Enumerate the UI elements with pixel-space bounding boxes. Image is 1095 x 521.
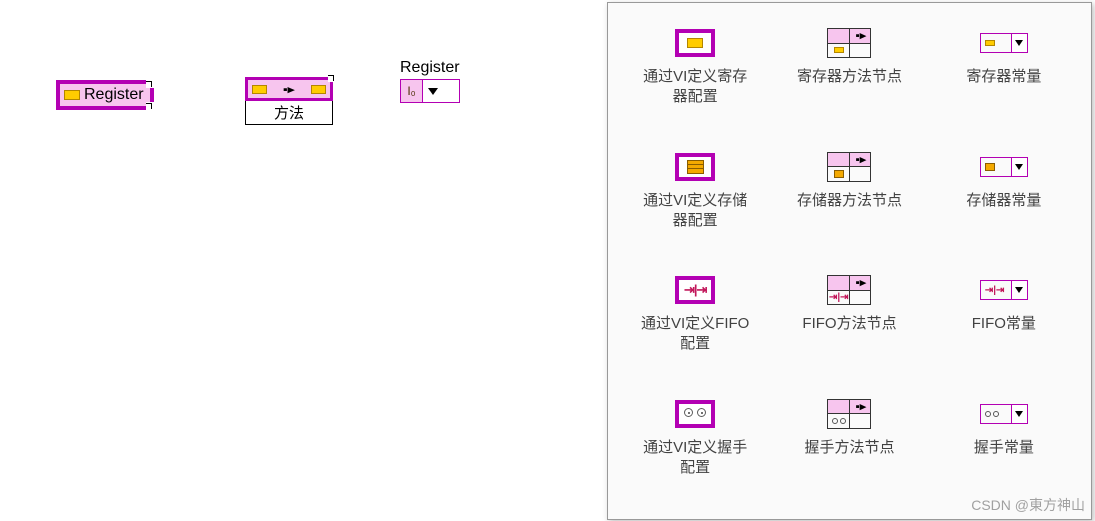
palette-item-label: 握手方法节点: [804, 438, 894, 458]
flow-arrow-icon: ▪▸: [283, 83, 294, 96]
register-chip-icon: [64, 90, 80, 100]
node-corner-icon: [328, 74, 336, 82]
palette-item-label: FIFO方法节点: [802, 314, 896, 334]
node-corner-icon: [146, 102, 154, 110]
register-chip-icon: [311, 85, 326, 94]
palette-item-handshake-method[interactable]: ▪▸ 握手方法节点: [772, 392, 926, 510]
method-node-header: ▪▸: [245, 77, 333, 101]
handshake-constant-icon: [980, 404, 1028, 424]
watermark: CSDN @東方神山: [971, 495, 1085, 515]
constant-dropdown[interactable]: [423, 80, 443, 102]
fifo-config-icon: ⇥|⇥: [675, 276, 715, 304]
palette-item-label: 寄存器常量: [966, 67, 1041, 87]
register-node-label: Register: [84, 86, 144, 104]
palette-item-fifo-constant[interactable]: ⇥|⇥ FIFO常量: [927, 268, 1081, 386]
register-config-icon: [675, 29, 715, 57]
method-node-label: 方法: [245, 101, 333, 125]
palette-item-label: 通过VI定义存储 器配置: [643, 191, 747, 232]
constant-label: Register: [400, 59, 460, 77]
fifo-constant-icon: ⇥|⇥: [980, 280, 1028, 300]
palette-item-label: 通过VI定义握手 配置: [643, 438, 747, 479]
palette-item-label: 存储器常量: [966, 191, 1041, 211]
handshake-config-icon: [675, 400, 715, 428]
palette-item-label: 寄存器方法节点: [797, 67, 902, 87]
memory-config-icon: [675, 153, 715, 181]
memory-method-icon: ▪▸: [827, 152, 871, 182]
palette-item-handshake-constant[interactable]: 握手常量: [927, 392, 1081, 510]
register-config-node[interactable]: Register: [56, 80, 154, 110]
register-constant-node[interactable]: Register I₀: [400, 59, 460, 103]
palette-item-memory-constant[interactable]: 存储器常量: [927, 145, 1081, 263]
palette-item-label: 通过VI定义寄存 器配置: [643, 67, 747, 108]
constant-box: I₀: [400, 79, 460, 103]
palette-item-label: FIFO常量: [972, 314, 1036, 334]
palette-item-memory-method[interactable]: ▪▸ 存储器方法节点: [772, 145, 926, 263]
handshake-method-icon: ▪▸: [827, 399, 871, 429]
palette-item-label: 通过VI定义FIFO 配置: [641, 314, 749, 355]
method-node[interactable]: ▪▸ 方法: [245, 77, 333, 125]
register-chip-icon: [252, 85, 267, 94]
palette-item-label: 握手常量: [974, 438, 1034, 458]
function-palette: 通过VI定义寄存 器配置 ▪▸ 寄存器方法节点 寄存器常量 通过VI定义存储 器…: [607, 2, 1092, 520]
palette-item-label: 存储器方法节点: [797, 191, 902, 211]
palette-item-register-config[interactable]: 通过VI定义寄存 器配置: [618, 21, 772, 139]
palette-item-memory-config[interactable]: 通过VI定义存储 器配置: [618, 145, 772, 263]
register-constant-icon: [980, 33, 1028, 53]
palette-item-fifo-method[interactable]: ▪▸ ⇥|⇥ FIFO方法节点: [772, 268, 926, 386]
palette-item-register-constant[interactable]: 寄存器常量: [927, 21, 1081, 139]
palette-item-handshake-config[interactable]: 通过VI定义握手 配置: [618, 392, 772, 510]
fifo-method-icon: ▪▸ ⇥|⇥: [827, 275, 871, 305]
memory-constant-icon: [980, 157, 1028, 177]
node-corner-icon: [146, 80, 154, 88]
palette-item-register-method[interactable]: ▪▸ 寄存器方法节点: [772, 21, 926, 139]
constant-value-glyph: I₀: [401, 80, 423, 102]
chevron-down-icon: [428, 88, 438, 95]
register-method-icon: ▪▸: [827, 28, 871, 58]
palette-item-fifo-config[interactable]: ⇥|⇥ 通过VI定义FIFO 配置: [618, 268, 772, 386]
